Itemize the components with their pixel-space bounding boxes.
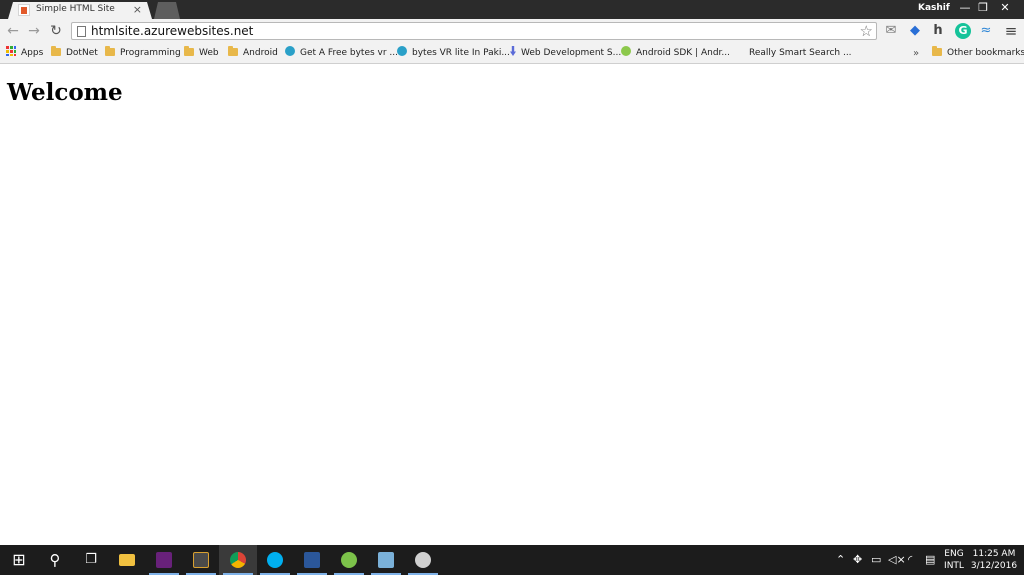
grammarly-icon[interactable]: G [955,23,971,39]
battery-icon[interactable]: ▭ [871,545,881,575]
layout-text: INTL [944,561,964,571]
page-content: Welcome [0,64,1024,545]
show-hidden-icons-button[interactable]: ⌃ [836,545,845,575]
dropbox-icon[interactable]: ◆ [907,23,923,39]
page-heading: Welcome [7,79,123,106]
bookmark-folder-dotnet[interactable]: DotNet [51,46,98,61]
input-language-indicator[interactable]: ENG INTL [941,548,967,572]
menu-icon[interactable]: ≡ [1003,23,1019,39]
notepad-plus-button[interactable] [330,545,368,575]
folder-icon [184,46,194,56]
bookmark-label: bytes VR lite In Paki... [412,48,510,58]
time-text: 11:25 AM [972,549,1016,559]
folder-icon [119,553,135,566]
bookmark-label: Really Smart Search ... [749,48,852,58]
start-button[interactable]: ⊞ [0,545,38,575]
skype-button[interactable] [256,545,294,575]
folder-icon [932,46,942,56]
paint-button[interactable] [404,545,442,575]
visual-studio-button[interactable] [145,545,183,575]
apps-grid-icon [6,46,16,56]
skype-icon [267,551,283,568]
bookmark-label: Programming [120,48,181,58]
volume-icon[interactable]: ◁× [888,545,906,575]
tab-simple-html-site[interactable]: Simple HTML Site × [8,2,152,19]
bookmark-label: Other bookmarks [947,48,1024,58]
chrome-button[interactable] [219,545,257,575]
bookmark-label: Android SDK | Andr... [636,48,730,58]
bookmark-label: Get A Free bytes vr ... [300,48,399,58]
page-icon [77,26,86,37]
bookmark-android-sdk[interactable]: Android SDK | Andr... [621,46,730,61]
bookmark-get-free-bytes-vr[interactable]: Get A Free bytes vr ... [285,46,398,61]
folder-icon [105,46,115,56]
address-bar[interactable]: htmlsite.azurewebsites.net ☆ [71,22,877,40]
bookmark-really-smart-search[interactable]: Really Smart Search ... [749,46,852,61]
hola-icon[interactable]: h [930,23,946,39]
folder-icon [51,46,61,56]
language-text: ENG [944,549,964,559]
clock[interactable]: 11:25 AM 3/12/2016 [970,548,1018,572]
task-view-button[interactable]: ❐ [72,545,110,575]
tab-title: Simple HTML Site [36,4,115,14]
url-text[interactable]: htmlsite.azurewebsites.net [91,24,253,38]
bookmark-folder-web[interactable]: Web [184,46,219,61]
notepad-plus-icon [341,551,357,568]
visual-studio-icon [156,551,172,568]
bookmarks-overflow-button[interactable]: » [913,46,919,61]
bookmark-label: Android [243,48,278,58]
database-icon [378,551,394,568]
bookmark-star-icon[interactable]: ☆ [860,22,873,40]
android-icon [621,46,631,56]
word-icon [304,551,320,568]
bookmark-label: Web [199,48,219,58]
tools-button[interactable] [182,545,220,575]
bookmark-other-bookmarks[interactable]: Other bookmarks [932,46,1024,61]
download-arrow-icon [510,46,516,56]
reload-button[interactable]: ↻ [47,23,65,40]
windows-taskbar: ⊞ ⚲ ❐ ⌃ ✥ ▭ ◁× ◜ ▤ ENG INTL 11:25 AM 3/1… [0,545,1024,575]
chrome-icon [230,551,246,568]
tab-close-icon[interactable]: × [133,3,142,16]
new-tab-button[interactable] [154,2,180,19]
restore-button[interactable]: ❐ [972,0,994,16]
forward-button[interactable]: → [25,23,43,40]
browser-toolbar: ← → ↻ htmlsite.azurewebsites.net ☆ ✉ ◆ h… [0,19,1024,44]
page-favicon-icon [18,4,30,16]
back-button[interactable]: ← [4,23,22,40]
bookmark-folder-programming[interactable]: Programming [105,46,181,61]
gmail-icon[interactable]: ✉ [883,23,899,39]
profile-button[interactable]: Kashif [910,1,958,15]
bookmark-label: Apps [21,48,44,58]
folder-icon [228,46,238,56]
bookmark-label: DotNet [66,48,98,58]
wifi-icon[interactable]: ◜ [908,545,912,575]
bookmarks-bar: Apps DotNet Programming Web Android Get … [0,44,1024,64]
paint-icon [415,551,431,568]
bookmark-bytes-vr-lite[interactable]: bytes VR lite In Paki... [397,46,510,61]
bytes-vr-icon [397,46,407,56]
bookmark-folder-android[interactable]: Android [228,46,278,61]
action-center-icon[interactable]: ▤ [925,545,935,575]
word-button[interactable] [293,545,331,575]
bytes-vr-icon [285,46,295,56]
tools-icon [193,551,209,568]
search-button[interactable]: ⚲ [36,545,74,575]
dropbox-tray-icon[interactable]: ✥ [853,545,862,575]
bookmark-web-development[interactable]: Web Development S... [510,46,621,61]
wave-icon[interactable]: ≈ [978,23,994,39]
bookmark-label: Web Development S... [521,48,622,58]
bookmark-apps[interactable]: Apps [6,46,43,61]
date-text: 3/12/2016 [970,561,1018,571]
close-window-button[interactable]: ✕ [994,0,1016,16]
file-explorer-button[interactable] [108,545,146,575]
database-button[interactable] [367,545,405,575]
title-bar: Simple HTML Site × Kashif — ❐ ✕ [0,0,1024,19]
